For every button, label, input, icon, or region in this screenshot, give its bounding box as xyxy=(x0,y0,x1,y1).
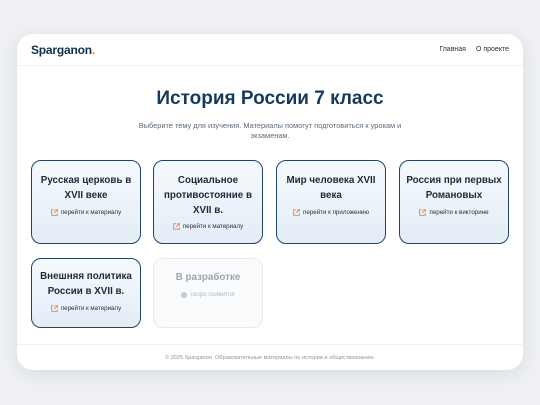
footer: © 2025 Sparganon. Образовательные матери… xyxy=(17,344,523,370)
header: Sparganon. Главная О проекте xyxy=(17,34,523,66)
nav-link-about[interactable]: О проекте xyxy=(476,46,509,53)
card-link-label: перейти к материалу xyxy=(60,305,122,312)
card-link-label: перейти к материалу xyxy=(60,209,122,216)
external-link-icon xyxy=(419,209,427,216)
logo-text: Sparganon xyxy=(31,43,92,57)
card-link-label: перейти к приложению xyxy=(303,209,369,216)
card-link[interactable]: перейти к материалу xyxy=(154,223,262,230)
card-link[interactable]: перейти к материалу xyxy=(32,305,140,312)
card-link[interactable]: перейти к материалу xyxy=(32,209,140,216)
card-status-label: скоро появится xyxy=(190,291,235,298)
page-title: История России 7 класс xyxy=(156,88,384,109)
card-link[interactable]: перейти к викторине xyxy=(400,209,508,216)
external-link-icon xyxy=(51,209,58,216)
page-subtitle: Выберите тему для изучения. Материалы по… xyxy=(138,121,402,140)
card-title: В разработке xyxy=(175,272,241,283)
card-link-label: перейти к викторине xyxy=(429,209,489,216)
card-status: скоро появится xyxy=(154,291,262,298)
logo[interactable]: Sparganon. xyxy=(31,43,95,57)
card-title: Русская церковь в XVII веке xyxy=(40,175,132,201)
external-link-icon xyxy=(293,209,300,216)
topic-card-world[interactable]: Мир человека XVII века перейти к приложе… xyxy=(276,160,386,244)
topic-card-social[interactable]: Социальное противостояние в XVII в. пере… xyxy=(153,160,263,244)
clock-icon xyxy=(181,291,188,298)
topic-card-church[interactable]: Русская церковь в XVII веке перейти к ма… xyxy=(31,160,141,244)
card-title: Россия при первых Романовых xyxy=(406,175,502,201)
nav-link-home[interactable]: Главная xyxy=(439,46,466,53)
external-link-icon xyxy=(173,223,180,230)
top-nav: Главная О проекте xyxy=(439,46,509,53)
topic-card-in-development: В разработке скоро появится xyxy=(153,258,263,328)
card-link[interactable]: перейти к приложению xyxy=(277,209,385,216)
logo-dot: . xyxy=(91,43,96,57)
card-title: Мир человека XVII века xyxy=(286,175,376,201)
card-title: Внешняя политика России в XVII в. xyxy=(40,271,132,297)
topic-card-romanovs[interactable]: Россия при первых Романовых перейти к ви… xyxy=(399,160,509,244)
card-link-label: перейти к материалу xyxy=(182,223,244,230)
app-window: Sparganon. Главная О проекте История Рос… xyxy=(17,34,523,370)
topic-card-foreign-policy[interactable]: Внешняя политика России в XVII в. перейт… xyxy=(31,258,141,328)
external-link-icon xyxy=(51,305,58,312)
card-title: Социальное противостояние в XVII в. xyxy=(163,175,253,216)
